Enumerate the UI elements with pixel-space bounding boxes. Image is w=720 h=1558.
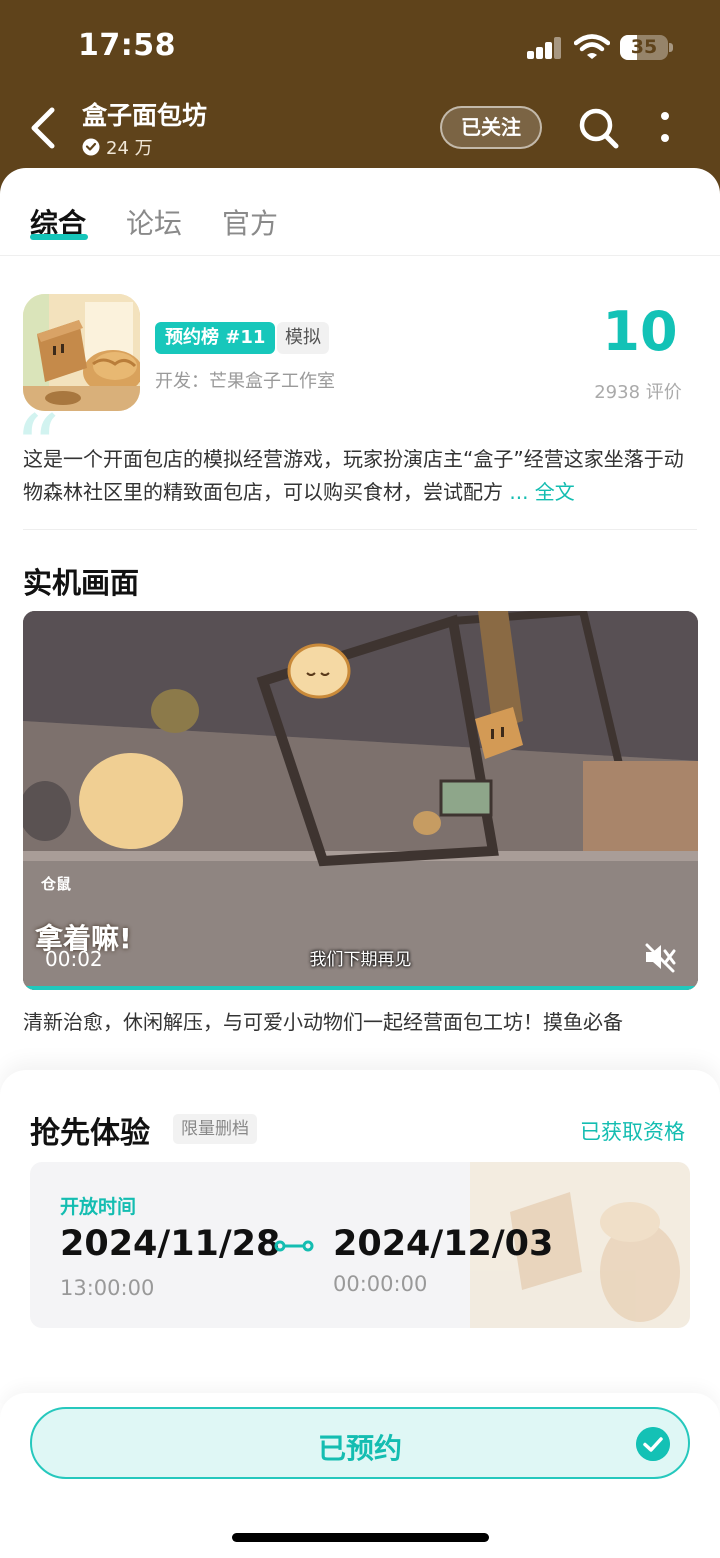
start-date: 2024/11/28 [60, 1224, 281, 1264]
check-circle-icon [636, 1427, 670, 1461]
rating-score: 10 [602, 300, 678, 363]
tab-bar: 综合 论坛 官方 [0, 168, 720, 256]
follower-count: 24 万 [82, 134, 153, 160]
search-icon[interactable] [578, 106, 620, 150]
tab-official[interactable]: 官方 [222, 202, 278, 242]
review-count[interactable]: 2938 评价 [588, 378, 688, 404]
battery-level: 35 [630, 36, 658, 58]
video-progress-bar[interactable] [23, 986, 698, 990]
divider [23, 529, 697, 530]
early-access-card: 抢先体验 限量删档 已获取资格 开放时间 2024/11/28 13:00:00… [0, 1070, 720, 1400]
heart-shield-icon [82, 138, 100, 156]
content-sheet: 综合 论坛 官方 预约榜 #11 模拟 开发：芒果盒子工作室 10 2938 评… [0, 168, 720, 1558]
cellular-signal-icon [527, 37, 563, 59]
date-range-connector-icon [274, 1240, 314, 1252]
end-date: 2024/12/03 [333, 1224, 554, 1264]
video-tag: 仓鼠 [41, 875, 72, 893]
game-description[interactable]: 这是一个开面包店的模拟经营游戏，玩家扮演店主“盒子”经营这家坐落于动物森林社区里… [23, 443, 695, 509]
wifi-icon [574, 34, 610, 59]
read-more-link[interactable]: ... 全文 [509, 480, 574, 504]
reserved-label: 已预约 [317, 1432, 402, 1465]
description-text: 这是一个开面包店的模拟经营游戏，玩家扮演店主“盒子”经营这家坐落于动物森林社区里… [23, 447, 684, 504]
developer-label[interactable]: 开发：芒果盒子工作室 [155, 367, 335, 393]
gameplay-video[interactable]: 仓鼠 拿着嘛! 00:02 我们下期再见 [23, 611, 698, 990]
ranking-badge[interactable]: 预约榜 #11 [155, 322, 276, 354]
bottom-action-bar: 已预约 [0, 1393, 720, 1558]
video-subtitle: 我们下期再见 [309, 950, 412, 970]
early-access-tag: 限量删档 [173, 1114, 257, 1144]
tab-forum[interactable]: 论坛 [126, 202, 182, 242]
screenshots-title: 实机画面 [23, 566, 140, 600]
open-time-label: 开放时间 [60, 1196, 137, 1218]
genre-tag[interactable]: 模拟 [277, 322, 329, 354]
status-time: 17:58 [78, 28, 176, 63]
start-time: 13:00:00 [60, 1276, 155, 1300]
home-indicator [232, 1533, 489, 1542]
early-access-title: 抢先体验 [30, 1116, 150, 1151]
status-bar: 17:58 35 [0, 0, 720, 90]
back-button[interactable] [28, 106, 60, 150]
game-title: 盒子面包坊 [82, 101, 208, 130]
game-app-icon[interactable] [23, 294, 140, 411]
open-time-box: 开放时间 2024/11/28 13:00:00 2024/12/03 00:0… [30, 1162, 690, 1328]
follower-count-text: 24 万 [106, 138, 153, 159]
volume-mute-icon[interactable] [643, 941, 677, 973]
more-options-icon[interactable] [655, 108, 675, 148]
battery-icon: 35 [620, 35, 668, 60]
follow-button[interactable]: 已关注 [440, 106, 542, 149]
qualification-status[interactable]: 已获取资格 [580, 1116, 685, 1146]
end-time: 00:00:00 [333, 1272, 428, 1296]
video-description: 清新治愈，休闲解压，与可爱小动物们一起经营面包工坊！摸鱼必备 [23, 1010, 623, 1034]
active-tab-indicator [30, 234, 88, 240]
reserved-button[interactable]: 已预约 [30, 1407, 690, 1479]
